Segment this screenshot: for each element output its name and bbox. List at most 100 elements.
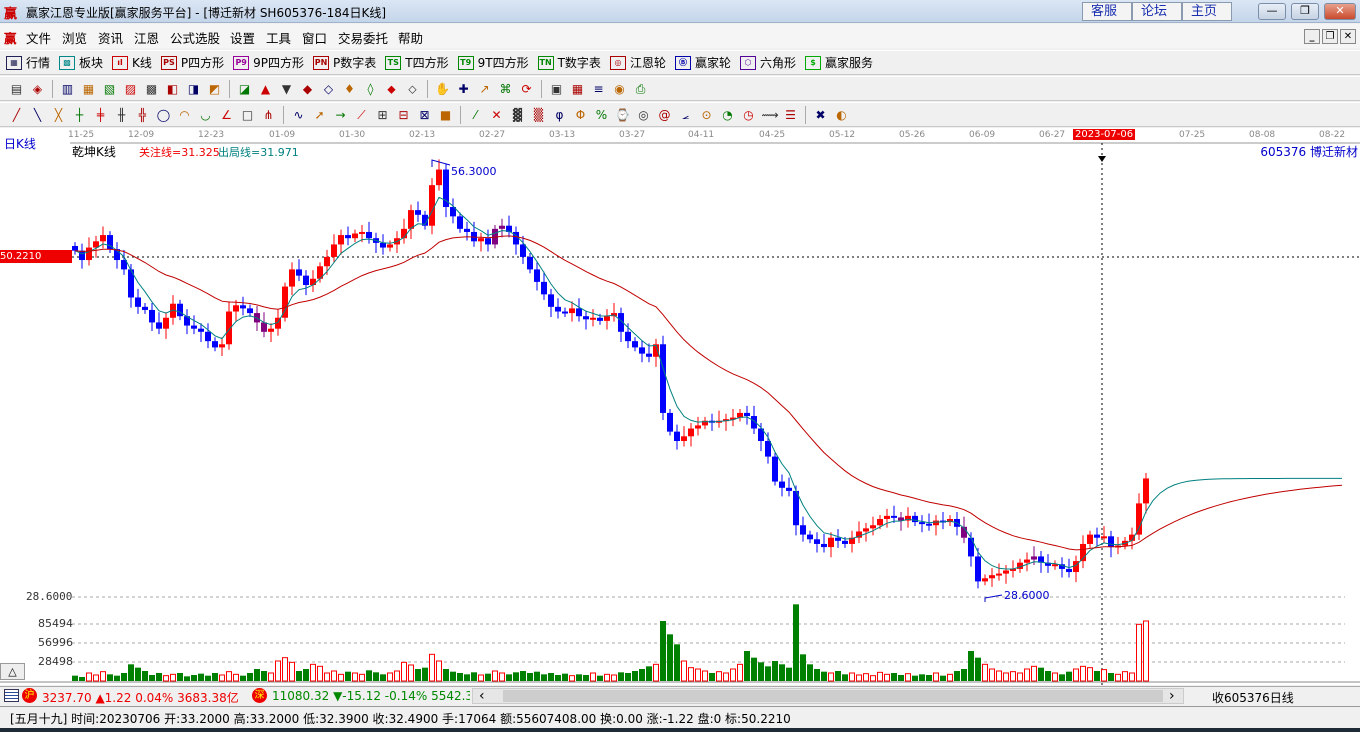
- mdi-minimize-button[interactable]: _: [1304, 29, 1320, 44]
- prev-icon[interactable]: ◪: [237, 81, 253, 97]
- calculator-icon[interactable]: ▦: [570, 81, 586, 97]
- mdi-restore-button[interactable]: ❐: [1322, 29, 1338, 44]
- square-icon[interactable]: ⊠: [417, 107, 433, 123]
- crosshair-icon[interactable]: ✚: [456, 81, 472, 97]
- line-draw-icon[interactable]: ╱: [9, 107, 25, 123]
- hatch-icon[interactable]: ▓: [510, 107, 526, 123]
- parallel-icon[interactable]: ╫: [114, 107, 130, 123]
- grid-1-icon[interactable]: ╲: [30, 107, 46, 123]
- scroll-up-button[interactable]: △: [0, 663, 25, 680]
- box-icon[interactable]: □: [240, 107, 256, 123]
- fork-icon[interactable]: ╪: [93, 107, 109, 123]
- color-wheel-icon[interactable]: ✖: [813, 107, 829, 123]
- menu-settings[interactable]: 设置: [230, 28, 255, 47]
- slash-icon[interactable]: ■: [438, 107, 454, 123]
- copy-icon[interactable]: ▥: [60, 81, 76, 97]
- menu-window[interactable]: 窗口: [302, 28, 327, 47]
- minimize-button[interactable]: —: [1258, 3, 1286, 20]
- delete-icon[interactable]: ☰: [783, 107, 799, 123]
- scroll-left-button[interactable]: ‹: [479, 688, 485, 704]
- gann-line-icon[interactable]: ⟋: [354, 107, 370, 123]
- customer-service-link[interactable]: 客服: [1082, 2, 1132, 21]
- diamond-5-icon[interactable]: ⬦: [405, 81, 421, 97]
- toolbar-t9-button[interactable]: T9 9T四方形: [457, 54, 529, 71]
- gold-icon[interactable]: ⌚: [615, 107, 631, 123]
- next-icon[interactable]: ▲: [258, 81, 274, 97]
- time-zone-icon[interactable]: %: [594, 107, 610, 123]
- toolbar-sector-blocks-button[interactable]: ▩ 板块: [59, 54, 103, 71]
- bar-chart-icon[interactable]: ▦: [81, 81, 97, 97]
- chart-type-icon[interactable]: ◈: [30, 81, 46, 97]
- indicator-icon[interactable]: ▩: [144, 81, 160, 97]
- infinity-icon[interactable]: ◐: [834, 107, 850, 123]
- scroll-right-button[interactable]: ›: [1169, 688, 1175, 704]
- menu-help[interactable]: 帮助: [398, 28, 423, 47]
- gann-box-icon[interactable]: ⊞: [375, 107, 391, 123]
- homepage-link[interactable]: 主页: [1182, 2, 1232, 21]
- menu-file[interactable]: 文件: [26, 28, 51, 47]
- toolbar-tn-button[interactable]: TN T数字表: [537, 54, 601, 71]
- ray-icon[interactable]: →: [333, 107, 349, 123]
- flag-icon[interactable]: ◧: [165, 81, 181, 97]
- kline-chart[interactable]: 日K线 乾坤K线 关注线=31.325 出局线=31.971 605376 博迁…: [0, 128, 1360, 685]
- toolbar-pn-button[interactable]: PN P数字表: [313, 54, 376, 71]
- fib-icon[interactable]: ▒: [531, 107, 547, 123]
- candles-icon[interactable]: ▧: [102, 81, 118, 97]
- mdi-close-button[interactable]: ✕: [1340, 29, 1356, 44]
- glasses-icon[interactable]: ◉: [612, 81, 628, 97]
- chart-canvas[interactable]: [0, 128, 1360, 685]
- toolbar-hexagon-button[interactable]: ⬡ 六角形: [739, 54, 796, 71]
- pattern-icon[interactable]: ⌘: [498, 81, 514, 97]
- period-select-icon[interactable]: ▤: [9, 81, 25, 97]
- scrollbar-thumb[interactable]: [503, 690, 1163, 702]
- zoom-out-icon[interactable]: ◆: [300, 81, 316, 97]
- last-icon[interactable]: ◩: [207, 81, 223, 97]
- arc-icon[interactable]: ◡: [198, 107, 214, 123]
- trend-fib-icon[interactable]: ◷: [741, 107, 757, 123]
- toolbar-gann-wheel-button[interactable]: ◎ 江恩轮: [609, 54, 666, 71]
- menu-gann[interactable]: 江恩: [134, 28, 159, 47]
- grid-2-icon[interactable]: ╳: [51, 107, 67, 123]
- fan-icon[interactable]: ◠: [177, 107, 193, 123]
- restore-button[interactable]: ❐: [1291, 3, 1319, 20]
- ladder-icon[interactable]: ⟿: [762, 107, 779, 123]
- print-icon[interactable]: ⎙: [633, 81, 649, 97]
- dense-grid-icon[interactable]: ✕: [489, 107, 505, 123]
- list-icon[interactable]: ≡: [591, 81, 607, 97]
- menu-news[interactable]: 资讯: [98, 28, 123, 47]
- menu-formula-screening[interactable]: 公式选股: [170, 28, 220, 47]
- first-icon[interactable]: ◨: [186, 81, 202, 97]
- diamond-4-icon[interactable]: ⬥: [384, 81, 400, 97]
- toolbar-winner-wheel-button[interactable]: Ⓑ 赢家轮: [674, 54, 731, 71]
- cycle-icon[interactable]: ⟳: [519, 81, 535, 97]
- pitchfork-icon[interactable]: ⋔: [261, 107, 277, 123]
- toolbar-ps-button[interactable]: PS P四方形: [160, 54, 224, 71]
- cross-icon[interactable]: ⁄: [468, 107, 484, 123]
- calendar-icon[interactable]: ▣: [549, 81, 565, 97]
- close-button[interactable]: ✕: [1324, 3, 1356, 20]
- fib-ext-icon[interactable]: φ: [552, 107, 568, 123]
- toolbar-p9-button[interactable]: P9 9P四方形: [233, 54, 304, 71]
- menu-tools[interactable]: 工具: [266, 28, 291, 47]
- index-table-icon[interactable]: [4, 689, 19, 702]
- close-605376-daily[interactable]: 收605376日线: [1212, 689, 1294, 706]
- fib-time-icon[interactable]: ◔: [720, 107, 736, 123]
- toolbar-quote-table-button[interactable]: ▦ 行情: [6, 54, 50, 71]
- fib-fan-icon[interactable]: ⊙: [699, 107, 715, 123]
- horizontal-scrollbar[interactable]: ‹ ›: [472, 688, 1184, 704]
- percent-icon[interactable]: Φ: [573, 107, 589, 123]
- diamond-2-icon[interactable]: ♦: [342, 81, 358, 97]
- speed-icon[interactable]: ➚: [312, 107, 328, 123]
- diamond-1-icon[interactable]: ◇: [321, 81, 337, 97]
- grid-3-icon[interactable]: ┼: [72, 107, 88, 123]
- ellipse-icon[interactable]: ◯: [156, 107, 172, 123]
- diamond-3-icon[interactable]: ◊: [363, 81, 379, 97]
- number-select-icon[interactable]: ▨: [123, 81, 139, 97]
- forum-link[interactable]: 论坛: [1132, 2, 1182, 21]
- spiral-icon[interactable]: ◎: [636, 107, 652, 123]
- wave-icon[interactable]: ∿: [291, 107, 307, 123]
- angle-icon[interactable]: ∠: [219, 107, 235, 123]
- zoom-in-icon[interactable]: ▼: [279, 81, 295, 97]
- menu-trade[interactable]: 交易委托: [338, 28, 388, 47]
- angle-fan-icon[interactable]: @: [657, 107, 673, 123]
